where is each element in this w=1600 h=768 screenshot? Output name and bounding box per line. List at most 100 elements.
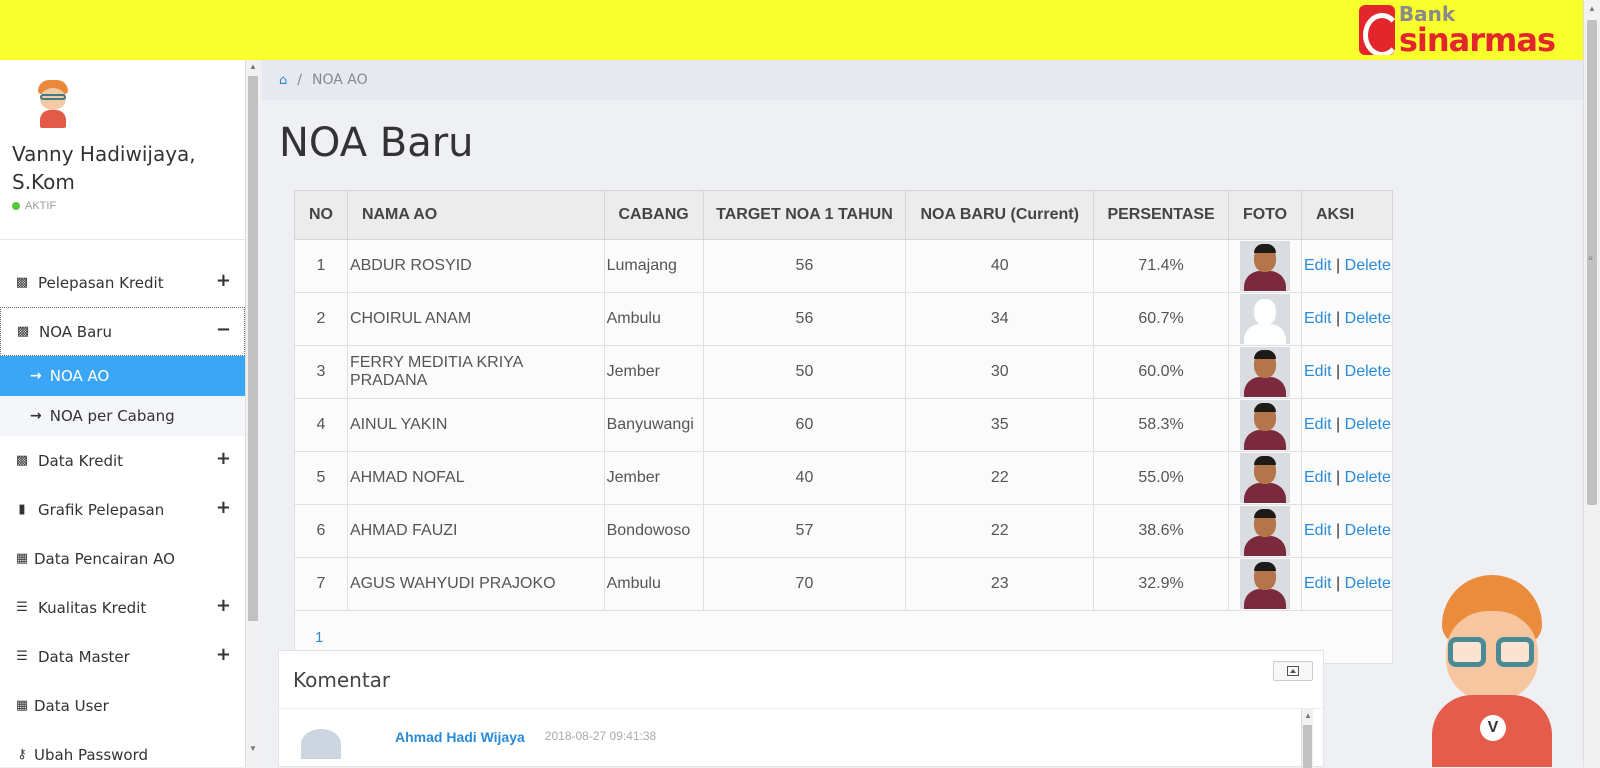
sidebar-item-label: Data Pencairan AO [34,549,175,568]
breadcrumb-separator: / [297,72,302,88]
logo-name-text: sinarmas [1398,21,1556,59]
money-icon: ▩ [16,324,30,339]
expand-plus-icon[interactable]: + [216,595,231,616]
edit-link[interactable]: Edit [1304,469,1332,486]
col-header-nama-ao[interactable]: NAMA AO [346,190,605,240]
cell-nama-ao: AHMAD FAUZI [346,504,605,558]
cell-cabang: Ambulu [603,292,704,346]
comment-avatar [301,729,341,759]
expand-plus-icon[interactable]: + [216,270,231,291]
col-header-target[interactable]: TARGET NOA 1 TAHUN [702,190,907,240]
col-header-current[interactable]: NOA BARU (Current) [905,190,1095,240]
collapse-panel-button[interactable] [1273,661,1313,681]
cell-persentase: 60.0% [1093,345,1230,399]
page-scrollbar[interactable]: ▲ ≡ [1583,0,1600,767]
expand-plus-icon[interactable]: + [216,448,231,469]
cell-cabang: Banyuwangi [603,398,704,452]
comment-author[interactable]: Ahmad Hadi Wijaya [395,729,525,745]
cell-current: 22 [905,451,1095,505]
col-header-aksi[interactable]: AKSI [1301,190,1393,240]
cell-current: 30 [905,345,1095,399]
sidebar-subitem-label: NOA AO [49,367,110,385]
aksi-separator: | [1336,416,1341,433]
cell-persentase: 58.3% [1093,398,1230,452]
arrow-right-icon: → [30,368,42,384]
sidebar-item-data-pencairan-ao[interactable]: ▦ Data Pencairan AO [0,534,245,583]
collapse-minus-icon[interactable]: − [216,319,231,340]
key-icon: ⚷ [17,747,27,762]
sidebar-item-data-user[interactable]: ▦ Data User [0,681,245,730]
edit-link[interactable]: Edit [1304,575,1332,592]
ao-photo[interactable] [1240,559,1291,609]
sidebar-subitem-label: NOA per Cabang [49,407,175,425]
expand-plus-icon[interactable]: + [216,644,231,665]
home-icon[interactable]: ⌂ [279,73,287,88]
bar-chart-icon: ▮ [18,502,26,517]
col-header-foto[interactable]: FOTO [1228,190,1302,240]
scroll-up-icon[interactable]: ▲ [249,62,257,71]
cell-persentase: 60.7% [1093,292,1230,346]
edit-link[interactable]: Edit [1304,522,1332,539]
breadcrumb: ⌂ / NOA AO [262,60,1583,100]
cell-cabang: Jember [603,451,704,505]
ao-photo[interactable] [1240,241,1291,291]
cell-cabang: Lumajang [603,239,704,293]
ao-photo[interactable] [1240,400,1291,450]
delete-link[interactable]: Delete [1345,257,1391,274]
sidebar-item-noa-baru[interactable]: ▩ NOA Baru − [0,307,245,356]
sidebar-item-data-master[interactable]: ☰ Data Master + [0,632,245,681]
delete-link[interactable]: Delete [1345,310,1391,327]
delete-link[interactable]: Delete [1345,363,1391,380]
cell-target: 60 [702,398,907,452]
mascot-v-logo: V [1480,715,1506,741]
col-header-no[interactable]: NO [294,190,348,240]
col-header-persentase[interactable]: PERSENTASE [1093,190,1230,240]
ao-photo[interactable] [1240,453,1291,503]
aksi-separator: | [1336,575,1341,592]
scroll-up-icon[interactable]: ▲ [1588,4,1596,13]
cell-nama-ao: AGUS WAHYUDI PRAJOKO [346,557,605,611]
breadcrumb-current: NOA AO [311,72,368,88]
komentar-scrollbar-thumb[interactable] [1303,725,1312,768]
delete-link[interactable]: Delete [1345,469,1391,486]
sidebar-item-kualitas-kredit[interactable]: ☰ Kualitas Kredit + [0,583,245,632]
scroll-grip-icon: ≡ [1588,254,1593,263]
edit-link[interactable]: Edit [1304,363,1332,380]
sidebar-subitem-noa-ao[interactable]: → NOA AO [0,356,245,396]
sidebar-item-pelepasan-kredit[interactable]: ▩ Pelepasan Kredit + [0,258,245,307]
sidebar-scrollbar[interactable]: ▲ ▼ [246,60,260,767]
cell-cabang: Ambulu [603,557,704,611]
ao-photo[interactable] [1240,347,1291,397]
sidebar-subitem-noa-per-cabang[interactable]: → NOA per Cabang [0,396,245,436]
sidebar-item-ubah-password[interactable]: ⚷ Ubah Password [0,730,245,767]
scroll-down-icon[interactable]: ▼ [249,744,257,753]
cell-nama-ao: ABDUR ROSYID [346,239,605,293]
ao-photo[interactable] [1240,294,1291,344]
cell-foto [1228,345,1302,399]
cell-cabang: Jember [603,345,704,399]
comment-item: Ahmad Hadi Wijaya 2018-08-27 09:41:38 [301,729,656,759]
cell-foto [1228,292,1302,346]
cell-persentase: 71.4% [1093,239,1230,293]
cell-persentase: 32.9% [1093,557,1230,611]
cell-foto [1228,504,1302,558]
bank-sinarmas-logo[interactable]: Bank sinarmas [1358,4,1556,59]
expand-plus-icon[interactable]: + [216,497,231,518]
sidebar-item-data-kredit[interactable]: ▩ Data Kredit + [0,436,245,485]
scroll-up-icon[interactable]: ▲ [1304,711,1312,720]
delete-link[interactable]: Delete [1345,522,1391,539]
sidebar-scrollbar-thumb[interactable] [248,76,258,621]
komentar-scrollbar[interactable]: ▲ [1301,709,1313,768]
table-row: 4 AINUL YAKIN Banyuwangi 60 35 58.3% Edit | De… [294,398,1393,452]
col-header-cabang[interactable]: CABANG [603,190,704,240]
delete-link[interactable]: Delete [1345,416,1391,433]
delete-link[interactable]: Delete [1345,575,1391,592]
cell-aksi: Edit | Delete [1301,504,1393,558]
ao-photo[interactable] [1240,506,1291,556]
list-icon: ☰ [16,600,28,615]
edit-link[interactable]: Edit [1304,257,1332,274]
cell-current: 23 [905,557,1095,611]
edit-link[interactable]: Edit [1304,416,1332,433]
edit-link[interactable]: Edit [1304,310,1332,327]
sidebar-item-grafik-pelepasan[interactable]: ▮ Grafik Pelepasan + [0,485,245,534]
